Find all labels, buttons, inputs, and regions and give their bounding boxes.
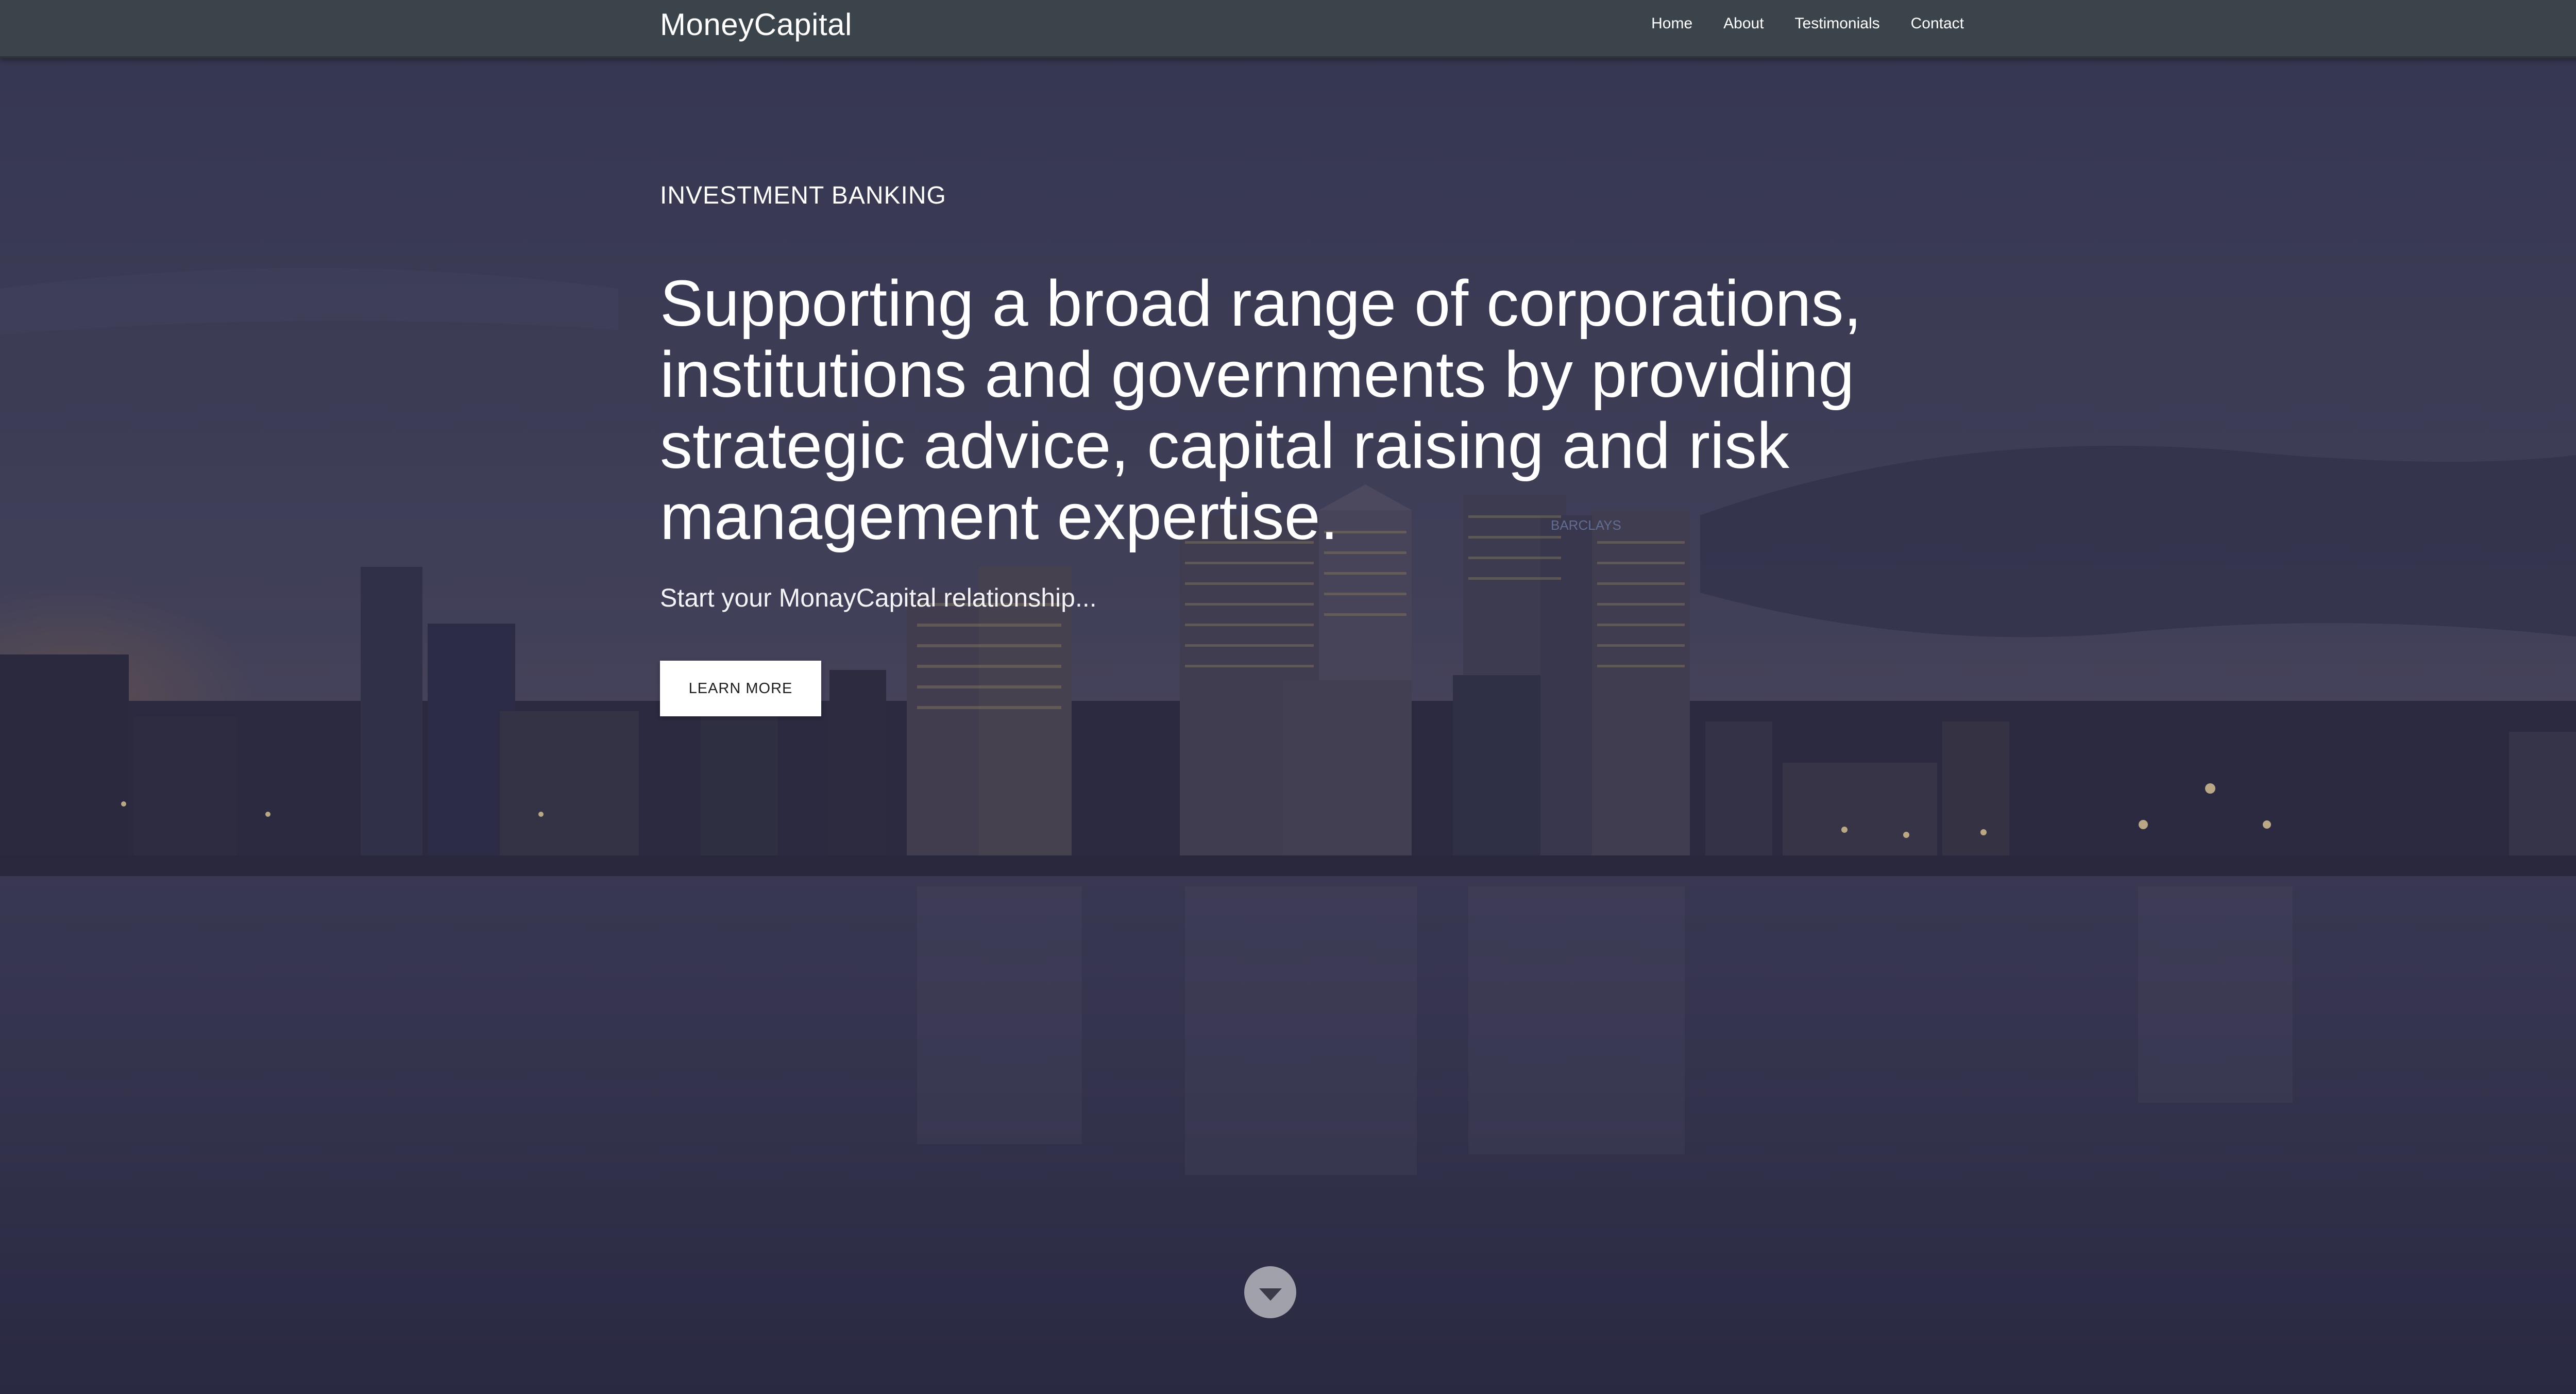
nav-link-home[interactable]: Home: [1651, 15, 1692, 32]
scroll-down-button[interactable]: [1244, 1266, 1296, 1318]
nav-link-testimonials[interactable]: Testimonials: [1795, 15, 1880, 32]
learn-more-button[interactable]: LEARN MORE: [660, 661, 821, 716]
hero-headline: Supporting a broad range of corporations…: [660, 267, 1862, 553]
nav-item-contact: Contact: [1911, 15, 1964, 32]
nav-links: Home About Testimonials Contact: [1651, 0, 1964, 47]
nav-item-testimonials: Testimonials: [1795, 15, 1880, 32]
nav-link-about[interactable]: About: [1723, 15, 1764, 32]
hero-eyebrow: INVESTMENT BANKING: [660, 182, 946, 209]
hero-subtext: Start your MonayCapital relationship...: [660, 583, 1097, 612]
brand-logo-link[interactable]: MoneyCapital: [660, 4, 852, 45]
chevron-down-icon: [1259, 1288, 1282, 1301]
nav-item-about: About: [1723, 15, 1764, 32]
nav-item-home: Home: [1651, 15, 1692, 32]
nav-link-contact[interactable]: Contact: [1911, 15, 1964, 32]
navbar: MoneyCapital Home About Testimonials Con…: [0, 0, 2576, 58]
hero-content: INVESTMENT BANKING Supporting a broad ra…: [660, 175, 1948, 716]
